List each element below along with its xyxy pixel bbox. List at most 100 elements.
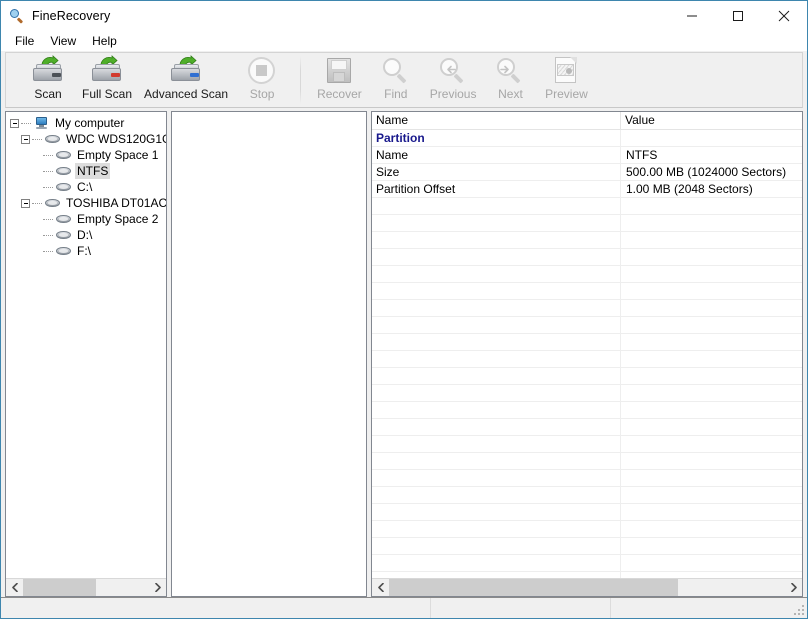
details-empty-row — [372, 487, 802, 504]
details-row-name — [372, 521, 620, 537]
scroll-left-arrow-icon[interactable] — [6, 579, 23, 596]
details-empty-row — [372, 436, 802, 453]
tree-collapse-icon[interactable] — [10, 118, 19, 128]
minimize-button[interactable] — [669, 1, 715, 31]
toolbar-button-preview[interactable]: Preview — [538, 53, 594, 105]
details-row[interactable]: Name NTFS — [372, 147, 802, 164]
tree-node[interactable]: TOSHIBA DT01ACA — [6, 195, 166, 211]
tree-connector — [43, 170, 53, 173]
floppy-save-icon — [322, 55, 356, 86]
details-scroll-track[interactable] — [389, 579, 785, 596]
toolbar-button-find[interactable]: Find — [368, 53, 424, 105]
details-empty-row — [372, 317, 802, 334]
details-row-name — [372, 215, 620, 231]
scroll-left-arrow-icon[interactable] — [372, 579, 389, 596]
tree-node[interactable]: F:\ — [6, 243, 166, 259]
tree-node[interactable]: NTFS — [6, 163, 166, 179]
tree-node[interactable]: Empty Space 1 — [6, 147, 166, 163]
device-tree-body[interactable]: My computer WDC WDS120G1G0 Empty Space 1NT… — [6, 112, 166, 578]
details-empty-row — [372, 351, 802, 368]
tree-connector — [43, 250, 53, 253]
details-row-value — [620, 368, 802, 384]
tree-node[interactable]: C:\ — [6, 179, 166, 195]
tree-collapse-icon[interactable] — [21, 134, 30, 144]
details-row-value — [620, 334, 802, 350]
scroll-right-arrow-icon[interactable] — [785, 579, 802, 596]
menu-item-file[interactable]: File — [7, 32, 42, 50]
file-list-body[interactable] — [172, 112, 366, 596]
tree-node[interactable]: My computer — [6, 115, 166, 131]
details-row[interactable]: Partition — [372, 130, 802, 147]
details-row-name — [372, 504, 620, 520]
details-body[interactable]: Partition Name NTFS Size 500.00 MB (1024000 … — [372, 130, 802, 578]
toolbar-button-recover[interactable]: Recover — [311, 53, 368, 105]
toolbar: Scan Full Scan Advanced Scan Stop Recove… — [5, 52, 803, 108]
status-cell-1 — [1, 598, 431, 618]
toolbar-button-previous[interactable]: Previous — [424, 53, 483, 105]
details-empty-row — [372, 419, 802, 436]
tree-node-label: WDC WDS120G1G0 — [66, 132, 166, 146]
details-scroll-thumb[interactable] — [389, 579, 679, 596]
toolbar-button-stop[interactable]: Stop — [234, 53, 290, 105]
details-row-value — [620, 249, 802, 265]
details-row-name — [372, 198, 620, 214]
window-title: FineRecovery — [32, 9, 111, 23]
details-row-value — [620, 385, 802, 401]
details-row-value — [620, 555, 802, 571]
stop-icon — [245, 55, 279, 86]
details-empty-row — [372, 504, 802, 521]
hard-disk-icon — [55, 244, 72, 258]
maximize-button[interactable] — [715, 1, 761, 31]
details-row-name: Name — [376, 148, 409, 162]
tree-node-label: C:\ — [77, 180, 93, 194]
details-row-value — [620, 130, 802, 146]
tree-node-label: F:\ — [77, 244, 91, 258]
tree-connector — [43, 218, 53, 221]
details-empty-row — [372, 198, 802, 215]
tree-collapse-icon[interactable] — [21, 198, 30, 208]
tree-node[interactable]: D:\ — [6, 227, 166, 243]
tree-node[interactable]: WDC WDS120G1G0 — [6, 131, 166, 147]
details-row-name: Partition Offset — [376, 182, 456, 196]
menu-item-help[interactable]: Help — [84, 32, 125, 50]
details-row[interactable]: Size 500.00 MB (1024000 Sectors) — [372, 164, 802, 181]
details-row-value — [620, 351, 802, 367]
resize-grip[interactable] — [793, 604, 805, 616]
toolbar-button-next[interactable]: Next — [482, 53, 538, 105]
details-row-value — [620, 317, 802, 333]
details-row-value — [620, 487, 802, 503]
magnifier-left-arrow-icon — [436, 55, 470, 86]
toolbar-button-scan[interactable]: Scan — [20, 53, 76, 105]
tree-node-label: Empty Space 2 — [77, 212, 159, 226]
tree-connector — [32, 138, 42, 141]
details-column-value[interactable]: Value — [620, 112, 802, 129]
app-window: FineRecovery File View Help Scan Full Sc… — [0, 0, 808, 619]
details-row-name — [372, 334, 620, 350]
toolbar-label-previous: Previous — [429, 87, 477, 101]
details-row-name: Size — [376, 165, 400, 179]
tree-scroll-track[interactable] — [23, 579, 149, 596]
scroll-right-arrow-icon[interactable] — [149, 579, 166, 596]
details-empty-row — [372, 385, 802, 402]
details-empty-row — [372, 266, 802, 283]
hard-disk-icon — [55, 164, 72, 178]
toolbar-label-stop: Stop — [249, 87, 275, 101]
menu-item-view[interactable]: View — [42, 32, 84, 50]
tree-node-label: My computer — [55, 116, 125, 130]
drive-advanced-scan-icon — [169, 55, 203, 86]
toolbar-container: Scan Full Scan Advanced Scan Stop Recove… — [1, 51, 807, 108]
tree-horizontal-scrollbar[interactable] — [6, 578, 166, 596]
close-button[interactable] — [761, 1, 807, 31]
toolbar-label-preview: Preview — [545, 87, 588, 101]
tree-scroll-thumb[interactable] — [23, 579, 97, 596]
details-row-value — [620, 232, 802, 248]
details-row[interactable]: Partition Offset 1.00 MB (2048 Sectors) — [372, 181, 802, 198]
details-horizontal-scrollbar[interactable] — [372, 578, 802, 596]
toolbar-button-full-scan[interactable]: Full Scan — [76, 53, 138, 105]
tree-node[interactable]: Empty Space 2 — [6, 211, 166, 227]
details-row-value: 1.00 MB (2048 Sectors) — [620, 181, 802, 197]
file-list-panel[interactable] — [171, 111, 367, 597]
toolbar-button-advanced-scan[interactable]: Advanced Scan — [138, 53, 234, 105]
main-content: My computer WDC WDS120G1G0Empty Space 1NT… — [1, 108, 807, 597]
details-column-name[interactable]: Name — [372, 112, 620, 129]
